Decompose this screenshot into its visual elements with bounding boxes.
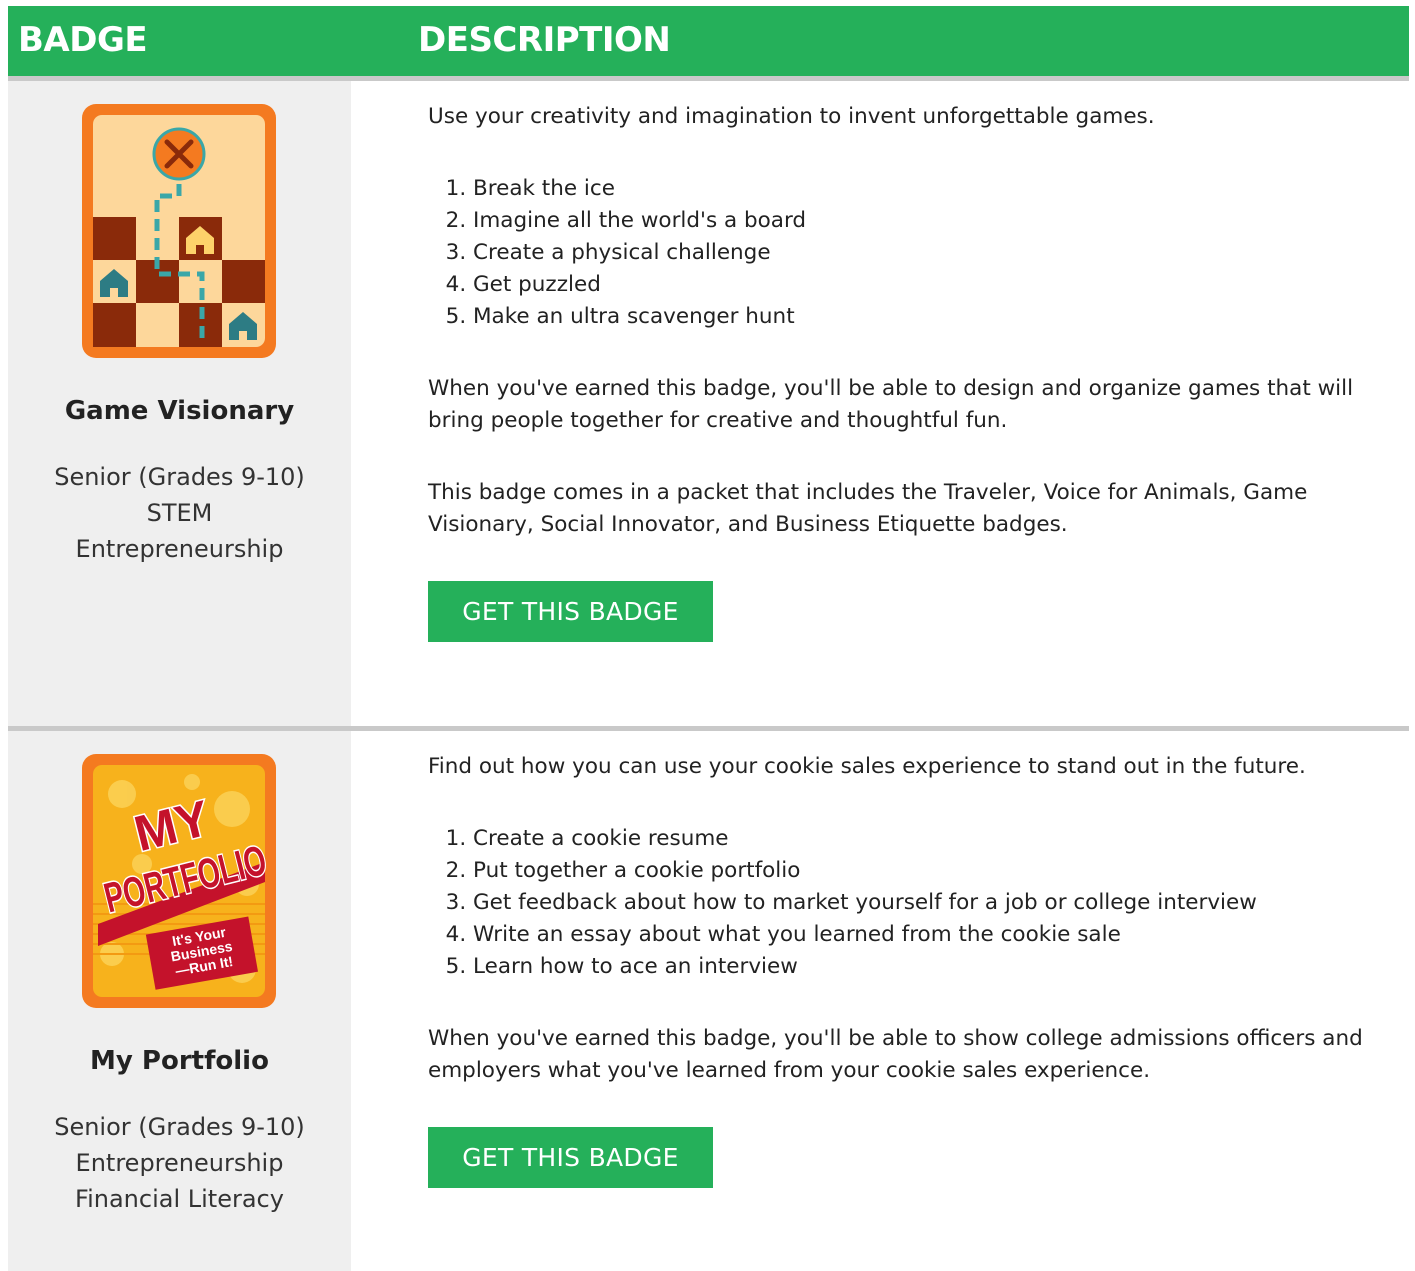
- badge-meta: Senior (Grades 9-10) STEM Entrepreneursh…: [8, 459, 351, 567]
- badge-category: STEM: [146, 499, 213, 527]
- description-column-header: DESCRIPTION: [418, 20, 671, 60]
- badge-outcome: When you've earned this badge, you'll be…: [428, 376, 1354, 433]
- my-portfolio-badge-icon[interactable]: MY PORTFOLIO It's Your Business —Run It!: [82, 754, 276, 1008]
- table-header: BADGE DESCRIPTION: [8, 6, 1409, 81]
- list-item: Break the ice: [473, 173, 1409, 205]
- badge-level: Senior (Grades 9-10): [54, 1113, 305, 1141]
- badge-category: Entrepreneurship: [75, 1149, 284, 1177]
- get-this-badge-button[interactable]: GET THIS BADGE: [428, 1127, 713, 1188]
- badge-level: Senior (Grades 9-10): [54, 463, 305, 491]
- badge-intro: Use your creativity and imagination to i…: [428, 104, 1155, 129]
- description-cell: Find out how you can use your cookie sal…: [351, 731, 1409, 1271]
- get-this-badge-button[interactable]: GET THIS BADGE: [428, 581, 713, 642]
- badge-intro: Find out how you can use your cookie sal…: [428, 754, 1306, 779]
- badge-outcome: When you've earned this badge, you'll be…: [428, 1026, 1363, 1083]
- badge-category: Entrepreneurship: [75, 535, 284, 563]
- table-row: MY PORTFOLIO It's Your Business —Run It!…: [8, 731, 1409, 1271]
- list-item: Make an ultra scavenger hunt: [473, 301, 1409, 333]
- list-item: Write an essay about what you learned fr…: [473, 919, 1409, 951]
- list-item: Get feedback about how to market yoursel…: [473, 887, 1409, 919]
- badge-name: My Portfolio: [90, 1046, 269, 1076]
- list-item: Create a physical challenge: [473, 237, 1409, 269]
- list-item: Learn how to ace an interview: [473, 951, 1409, 983]
- list-item: Put together a cookie portfolio: [473, 855, 1409, 887]
- list-item: Get puzzled: [473, 269, 1409, 301]
- list-item: Create a cookie resume: [473, 823, 1409, 855]
- badge-steps: Break the ice Imagine all the world's a …: [428, 173, 1409, 333]
- badge-cell: Game Visionary Senior (Grades 9-10) STEM…: [8, 81, 351, 726]
- game-visionary-badge-icon[interactable]: [82, 104, 276, 358]
- badge-category: Financial Literacy: [75, 1185, 284, 1213]
- badge-table: BADGE DESCRIPTION Game Visionary Senior …: [8, 6, 1409, 1271]
- badge-steps: Create a cookie resume Put together a co…: [428, 823, 1409, 983]
- badge-name: Game Visionary: [64, 396, 295, 426]
- list-item: Imagine all the world's a board: [473, 205, 1409, 237]
- badge-meta: Senior (Grades 9-10) Entrepreneurship Fi…: [8, 1109, 351, 1217]
- description-cell: Use your creativity and imagination to i…: [351, 81, 1409, 726]
- table-row: Game Visionary Senior (Grades 9-10) STEM…: [8, 81, 1409, 731]
- badge-column-header: BADGE: [18, 20, 148, 60]
- badge-packet-note: This badge comes in a packet that includ…: [428, 480, 1308, 537]
- badge-cell: MY PORTFOLIO It's Your Business —Run It!…: [8, 731, 351, 1271]
